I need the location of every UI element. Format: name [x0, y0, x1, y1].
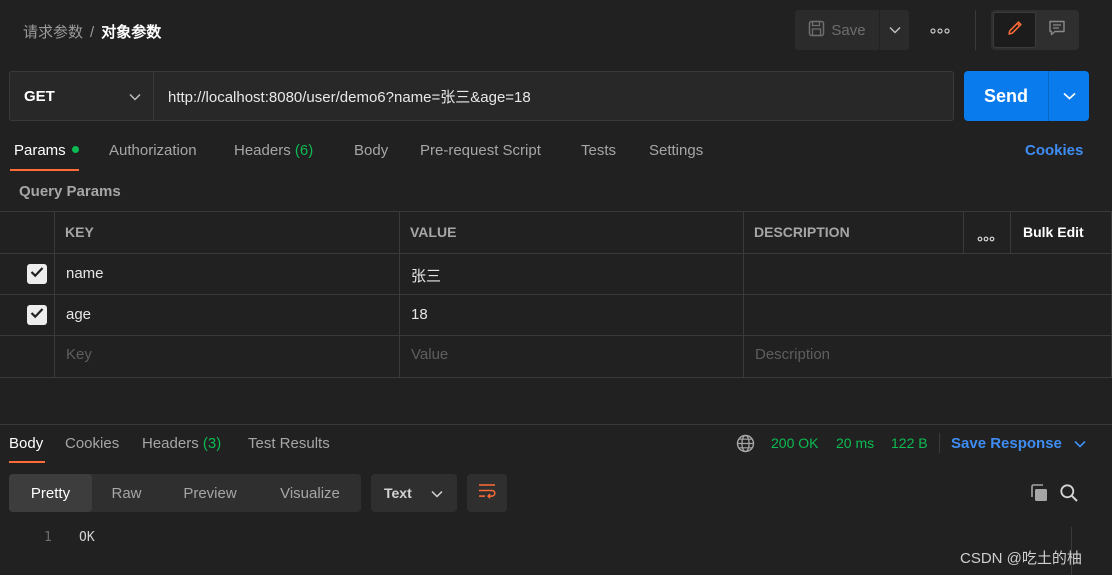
- save-icon: [808, 20, 825, 41]
- edit-icon: [1006, 19, 1024, 42]
- edit-mode-button[interactable]: [993, 12, 1036, 48]
- table-border: [0, 377, 1112, 378]
- chevron-down-icon: [129, 88, 141, 105]
- tab-authorization[interactable]: Authorization: [109, 142, 197, 159]
- checkbox-checked-icon: [30, 265, 44, 283]
- table-border: [0, 294, 1112, 295]
- copy-icon[interactable]: [1029, 483, 1049, 508]
- view-raw-button[interactable]: Raw: [92, 474, 161, 512]
- method-select[interactable]: GET: [9, 71, 153, 121]
- save-button-group: Save: [795, 10, 909, 50]
- chevron-down-icon: [1074, 435, 1086, 452]
- bulk-edit-button[interactable]: Bulk Edit: [1023, 224, 1084, 240]
- breadcrumb: 请求参数 / 对象参数: [23, 21, 161, 42]
- view-mode-toggle: [991, 10, 1079, 50]
- more-icon: [977, 229, 995, 246]
- param-key-cell[interactable]: age: [66, 306, 91, 323]
- comments-mode-button[interactable]: [1036, 12, 1077, 48]
- response-size[interactable]: 122 B: [891, 435, 928, 451]
- tab-headers[interactable]: Headers (6): [234, 142, 313, 159]
- view-preview-button[interactable]: Preview: [161, 474, 259, 512]
- row-checkbox[interactable]: [27, 264, 47, 284]
- send-button-group: Send: [964, 71, 1089, 121]
- params-active-dot: [71, 145, 79, 153]
- column-header-description: DESCRIPTION: [754, 224, 850, 240]
- response-tab-headers[interactable]: Headers (3): [142, 435, 221, 452]
- save-response-button[interactable]: Save Response: [951, 435, 1086, 452]
- param-value-cell[interactable]: 18: [411, 306, 428, 323]
- new-key-input[interactable]: Key: [66, 346, 92, 363]
- new-value-input[interactable]: Value: [411, 346, 448, 363]
- query-params-title: Query Params: [19, 183, 121, 200]
- save-label: Save: [831, 21, 866, 39]
- more-icon: [930, 21, 950, 39]
- save-response-label: Save Response: [951, 435, 1062, 452]
- column-divider: [1010, 211, 1011, 253]
- format-label: Text: [384, 485, 412, 501]
- response-view-segmented-control: Pretty Raw Preview Visualize: [9, 474, 361, 512]
- tab-pre-request-script[interactable]: Pre-request Script: [420, 142, 541, 159]
- url-input[interactable]: http://localhost:8080/user/demo6?name=张三…: [153, 71, 954, 121]
- chevron-down-icon: [1062, 87, 1076, 105]
- breadcrumb-separator: /: [90, 24, 95, 41]
- param-value-cell[interactable]: 张三: [411, 265, 441, 286]
- tab-tests[interactable]: Tests: [581, 142, 616, 159]
- search-icon[interactable]: [1059, 483, 1079, 508]
- pane-divider[interactable]: [0, 424, 1112, 425]
- globe-icon[interactable]: [736, 434, 755, 458]
- new-description-input[interactable]: Description: [755, 346, 830, 363]
- tab-params[interactable]: Params: [14, 142, 79, 159]
- view-pretty-button[interactable]: Pretty: [9, 474, 92, 512]
- response-tab-cookies[interactable]: Cookies: [65, 435, 119, 452]
- response-headers-label: Headers: [142, 435, 199, 452]
- chevron-down-icon: [888, 21, 901, 39]
- param-key-cell[interactable]: name: [66, 265, 104, 282]
- line-number: 1: [44, 530, 52, 545]
- column-header-key: KEY: [65, 224, 94, 240]
- response-time[interactable]: 20 ms: [836, 435, 874, 451]
- breadcrumb-current[interactable]: 对象参数: [101, 24, 161, 41]
- wrap-lines-icon: [477, 483, 497, 504]
- table-border: [0, 211, 1112, 212]
- cookies-link[interactable]: Cookies: [1025, 142, 1083, 159]
- method-label: GET: [24, 87, 55, 105]
- response-body-text[interactable]: OK: [79, 530, 95, 545]
- column-divider: [399, 211, 400, 377]
- column-divider: [963, 211, 964, 253]
- more-actions-button[interactable]: [928, 18, 952, 42]
- response-tab-body[interactable]: Body: [9, 435, 43, 452]
- watermark: CSDN @吃土的柚: [960, 550, 1082, 567]
- row-checkbox[interactable]: [27, 305, 47, 325]
- table-border: [0, 335, 1112, 336]
- send-options-dropdown[interactable]: [1049, 71, 1089, 121]
- checkbox-checked-icon: [30, 306, 44, 324]
- save-options-dropdown[interactable]: [880, 10, 909, 50]
- column-divider: [54, 211, 55, 377]
- tab-settings[interactable]: Settings: [649, 142, 703, 159]
- active-tab-indicator: [10, 169, 79, 171]
- chevron-down-icon: [431, 485, 443, 501]
- tab-headers-label: Headers: [234, 142, 291, 159]
- response-tab-test-results[interactable]: Test Results: [248, 435, 330, 452]
- toolbar-divider: [975, 10, 976, 50]
- response-headers-count: (3): [202, 435, 222, 452]
- save-button[interactable]: Save: [795, 10, 880, 50]
- column-header-value: VALUE: [410, 224, 457, 240]
- response-status[interactable]: 200 OK: [771, 435, 818, 451]
- response-active-tab-indicator: [9, 461, 45, 463]
- view-visualize-button[interactable]: Visualize: [259, 474, 361, 512]
- format-select[interactable]: Text: [371, 474, 457, 512]
- headers-count: (6): [294, 142, 314, 159]
- tab-params-label: Params: [14, 142, 66, 159]
- column-options-button[interactable]: [977, 229, 995, 247]
- tab-body[interactable]: Body: [354, 142, 388, 159]
- breadcrumb-parent[interactable]: 请求参数: [23, 24, 83, 41]
- comment-icon: [1048, 19, 1066, 42]
- column-divider: [743, 211, 744, 377]
- status-divider: [939, 433, 940, 453]
- wrap-lines-button[interactable]: [467, 474, 507, 512]
- send-button[interactable]: Send: [964, 71, 1049, 121]
- table-border: [0, 253, 1112, 254]
